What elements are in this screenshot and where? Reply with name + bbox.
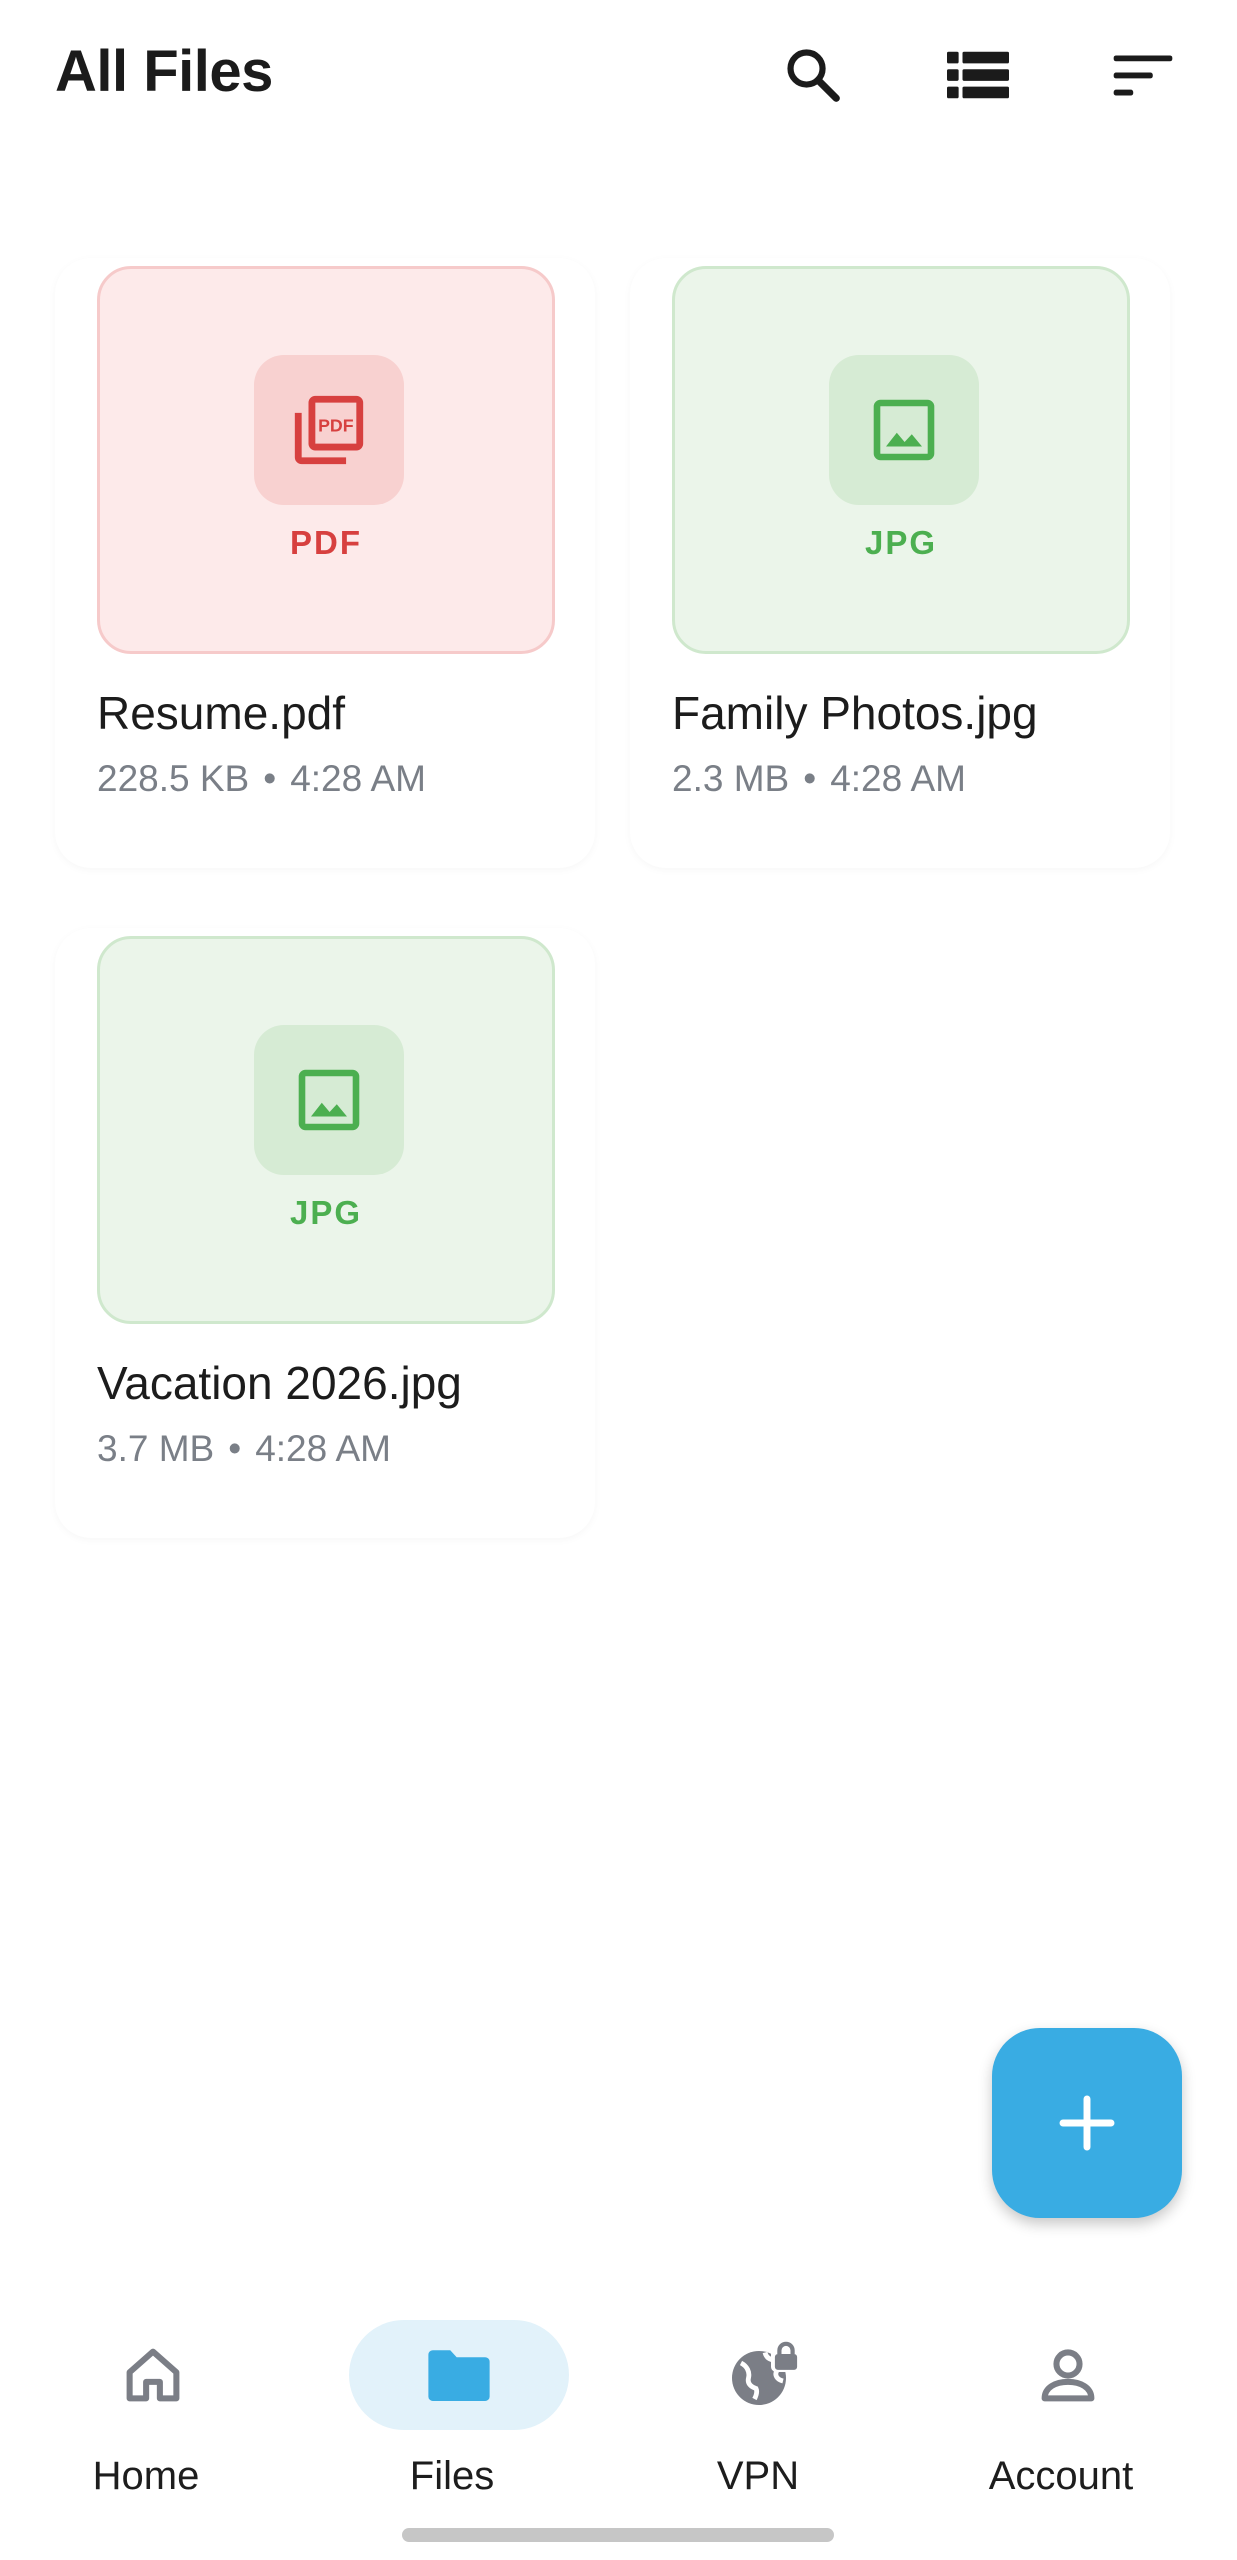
nav-label: Files xyxy=(409,2454,495,2498)
search-button[interactable] xyxy=(770,32,856,118)
image-icon xyxy=(873,399,935,461)
file-type-label: JPG xyxy=(289,1194,363,1231)
file-card[interactable]: JPG Vacation 2026.jpg 3.7 MB • 4:28 AM xyxy=(55,928,595,1538)
file-name: Vacation 2026.jpg xyxy=(97,1357,462,1409)
nav-item-account[interactable]: Account xyxy=(936,2300,1186,2500)
file-size: 3.7 MB xyxy=(97,1428,215,1469)
image-icon xyxy=(298,1069,360,1131)
file-name: Resume.pdf xyxy=(97,687,346,739)
home-icon xyxy=(126,2348,180,2402)
nav-item-home[interactable]: Home xyxy=(21,2300,271,2500)
file-thumbnail: JPG xyxy=(672,266,1130,654)
file-type-icon-box xyxy=(829,355,979,505)
nav-item-files[interactable]: Files xyxy=(327,2300,577,2500)
file-thumbnail: JPG xyxy=(97,936,555,1324)
folder-icon xyxy=(428,2350,490,2401)
search-icon xyxy=(787,49,840,102)
nav-indicator xyxy=(349,2320,569,2430)
nav-label: Account xyxy=(988,2454,1134,2498)
meta-separator: • xyxy=(263,758,277,799)
nav-item-vpn[interactable]: VPN xyxy=(633,2300,883,2500)
meta-separator: • xyxy=(228,1428,242,1469)
file-type-label: JPG xyxy=(864,524,938,561)
nav-label: Home xyxy=(92,2454,200,2498)
nav-indicator xyxy=(43,2320,263,2430)
nav-label: VPN xyxy=(716,2454,800,2498)
pdf-icon: PDF xyxy=(294,395,364,465)
file-meta: 2.3 MB • 4:28 AM xyxy=(672,758,966,800)
home-indicator[interactable] xyxy=(402,2528,834,2542)
nav-indicator xyxy=(655,2320,875,2430)
list-view-icon xyxy=(947,51,1009,99)
file-size: 2.3 MB xyxy=(672,758,790,799)
top-app-bar: All Files xyxy=(0,0,1237,150)
svg-text:PDF: PDF xyxy=(318,415,354,435)
sort-button[interactable] xyxy=(1100,32,1186,118)
file-type-label: PDF xyxy=(290,524,362,561)
file-type-icon-box xyxy=(254,1025,404,1175)
sort-icon xyxy=(1113,55,1173,96)
file-meta: 3.7 MB • 4:28 AM xyxy=(97,1428,391,1470)
nav-indicator xyxy=(958,2320,1178,2430)
file-thumbnail: PDF PDF xyxy=(97,266,555,654)
file-time: 4:28 AM xyxy=(830,758,966,799)
add-file-button[interactable] xyxy=(992,2028,1182,2218)
file-time: 4:28 AM xyxy=(290,758,426,799)
file-time: 4:28 AM xyxy=(255,1428,391,1469)
file-name: Family Photos.jpg xyxy=(672,687,1038,739)
view-toggle-button[interactable] xyxy=(935,32,1021,118)
globe-lock-icon xyxy=(732,2341,801,2405)
file-meta: 228.5 KB • 4:28 AM xyxy=(97,758,426,800)
bottom-navigation: Home Files VPN Account xyxy=(0,2280,1237,2560)
plus-icon xyxy=(1059,2095,1115,2151)
file-size: 228.5 KB xyxy=(97,758,250,799)
meta-separator: • xyxy=(803,758,817,799)
page-title: All Files xyxy=(55,39,273,104)
file-type-icon-box: PDF xyxy=(254,355,404,505)
person-icon xyxy=(1041,2349,1095,2402)
file-card[interactable]: JPG Family Photos.jpg 2.3 MB • 4:28 AM xyxy=(630,258,1170,868)
file-card[interactable]: PDF PDF Resume.pdf 228.5 KB • 4:28 AM xyxy=(55,258,595,868)
